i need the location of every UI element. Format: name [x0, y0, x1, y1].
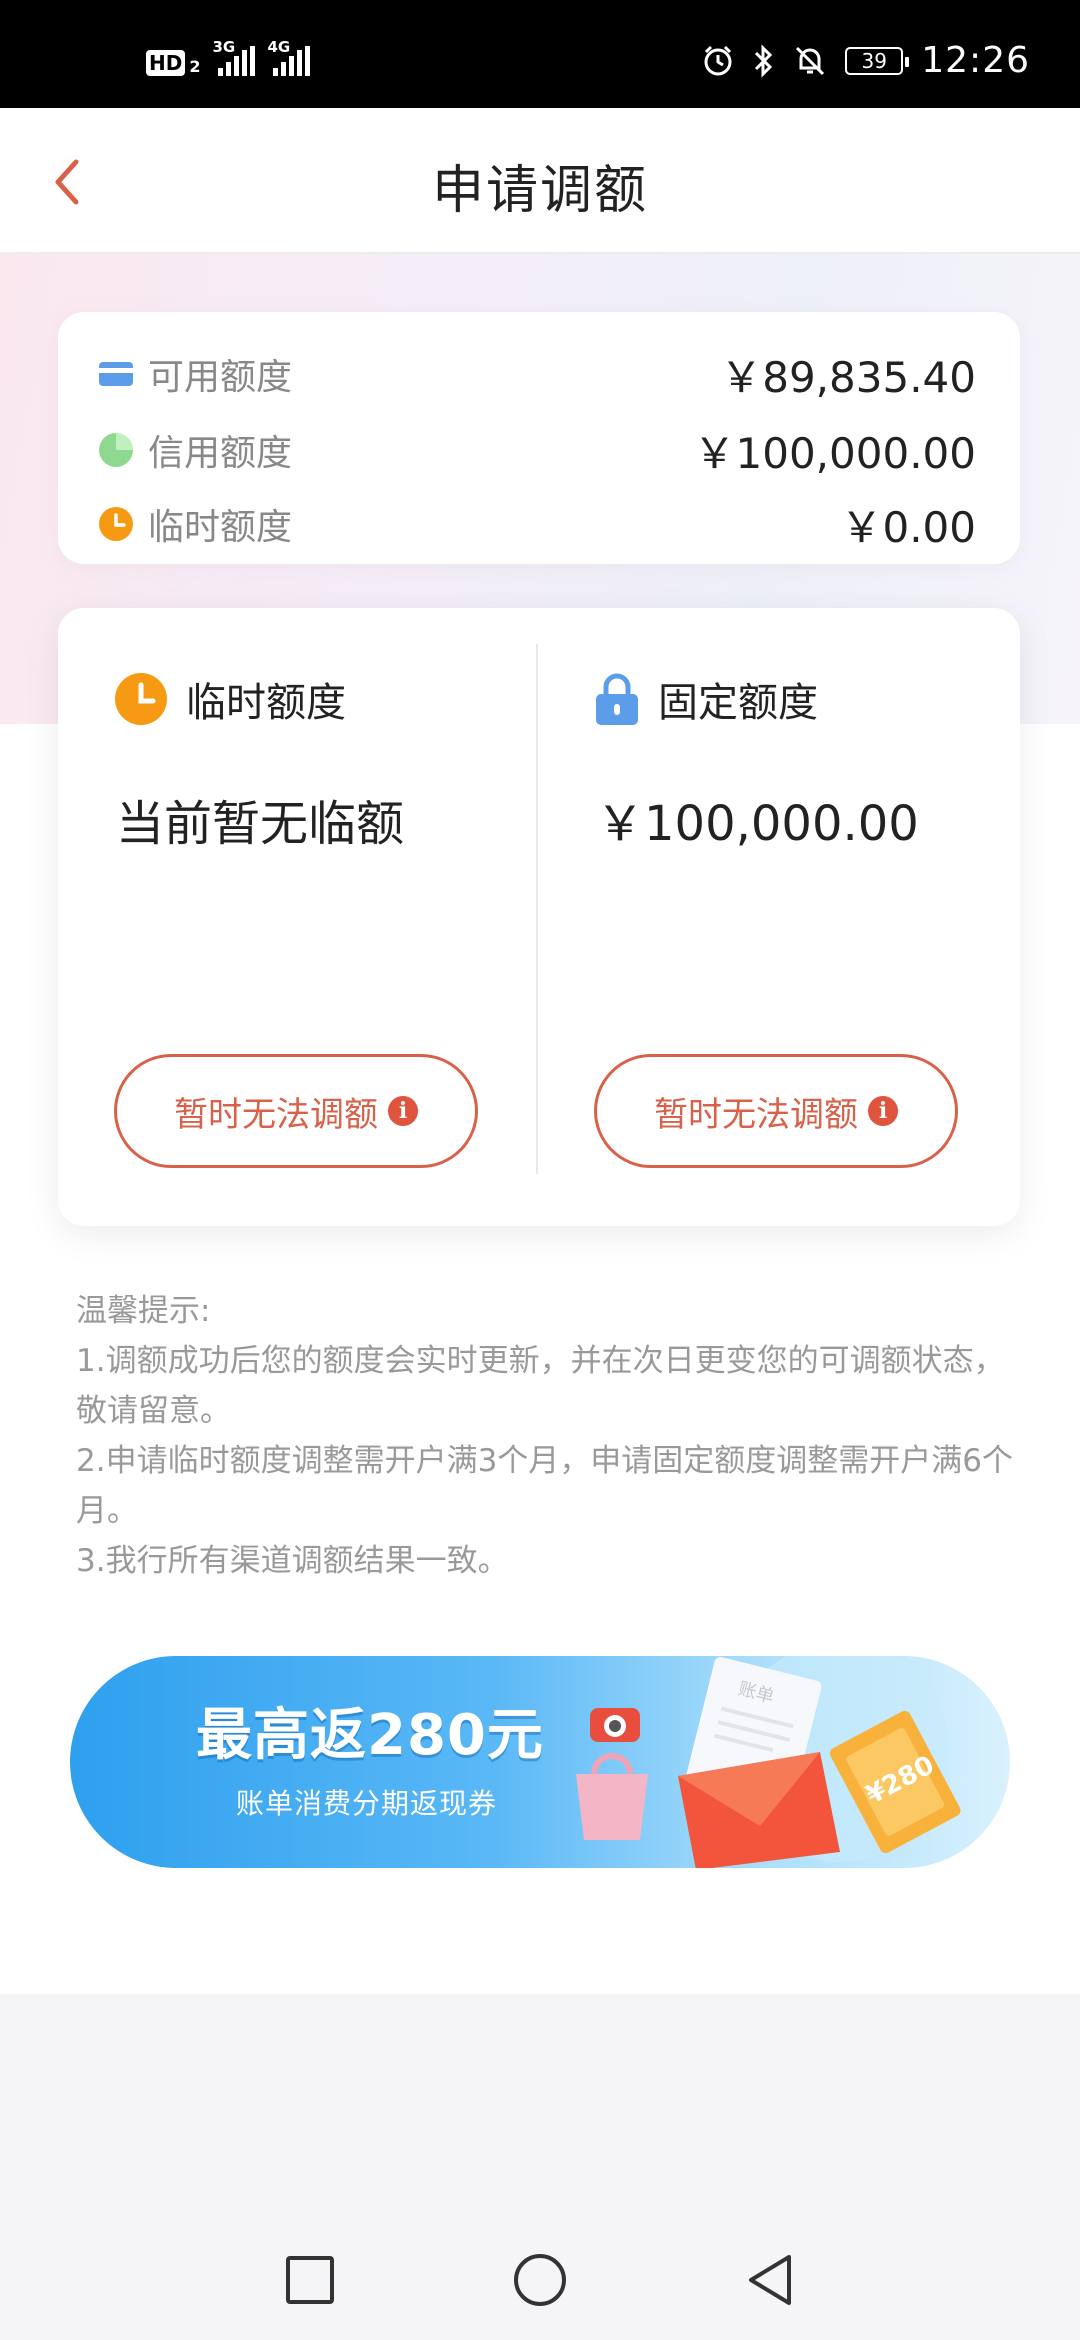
fixed-limit-value: ￥100,000.00 [596, 796, 919, 852]
battery-icon: 39 [845, 46, 910, 75]
button-label: 暂时无法调额 [654, 1094, 858, 1135]
limit-adjust-card: 临时额度 当前暂无临额 暂时无法调额 i 固定额度 ￥100,000.00 暂时… [58, 608, 1020, 1226]
back-nav-button[interactable] [740, 2250, 800, 2310]
page-title: 申请调额 [431, 161, 648, 221]
temporary-limit-heading: 临时额度 [114, 670, 346, 728]
lock-icon [596, 673, 638, 725]
summary-value: ￥89,835.40 [720, 352, 976, 402]
fixed-limit-column: 固定额度 ￥100,000.00 暂时无法调额 i [538, 608, 1018, 1226]
summary-row-available: 可用额度 ￥89,835.40 [98, 344, 976, 404]
summary-value: ￥0.00 [840, 502, 976, 552]
camera-icon [590, 1708, 640, 1742]
alarm-icon [704, 45, 732, 75]
status-bar: HD 2 3G 4G 39 12:26 [0, 0, 1080, 108]
fixed-adjust-button[interactable]: 暂时无法调额 i [594, 1054, 958, 1168]
signal-label: 4G [267, 38, 291, 56]
hd-badge: HD [146, 50, 186, 76]
info-icon: i [388, 1096, 418, 1126]
tip-item: 2.申请临时额度调整需开户满3个月，申请固定额度调整需开户满6个月。 [76, 1443, 1014, 1529]
clock-icon [98, 506, 134, 542]
signal-label: 3G [212, 38, 236, 56]
signal-icon: 3G [212, 38, 256, 76]
status-right: 39 12:26 [701, 40, 1030, 81]
tip-item: 1.调额成功后您的额度会实时更新，并在次日更变您的可调额状态，敬请留意。 [76, 1343, 1005, 1429]
summary-value: ￥100,000.00 [693, 428, 976, 478]
square-icon [286, 2256, 334, 2304]
fixed-limit-heading: 固定额度 [594, 670, 818, 728]
triangle-back-icon [749, 2255, 791, 2305]
summary-row-temporary: 临时额度 ￥0.00 [98, 494, 976, 554]
summary-label: 信用额度 [148, 433, 293, 474]
clock-time: 12:26 [921, 40, 1030, 81]
temporary-limit-column: 临时额度 当前暂无临额 暂时无法调额 i [58, 608, 538, 1226]
handbag-icon [576, 1753, 648, 1840]
system-nav-bar [0, 2214, 1080, 2340]
clock-icon [115, 673, 167, 725]
status-left: HD 2 3G 4G [146, 38, 311, 76]
promo-banner[interactable]: 最高返280元 账单消费分期返现券 账单 ¥280 [70, 1656, 1010, 1868]
temporary-adjust-button[interactable]: 暂时无法调额 i [114, 1054, 478, 1168]
circle-icon [514, 2254, 566, 2306]
temporary-limit-value: 当前暂无临额 [116, 796, 405, 852]
tip-item: 3.我行所有渠道调额结果一致。 [76, 1543, 509, 1579]
battery-level: 39 [861, 48, 887, 73]
promo-illustration: 账单 ¥280 [576, 1656, 961, 1868]
hd-sub: 2 [189, 57, 201, 76]
info-icon: i [868, 1096, 898, 1126]
pie-icon [98, 432, 134, 468]
fixed-limit-title: 固定额度 [658, 680, 818, 726]
tips-heading: 温馨提示: [76, 1293, 211, 1329]
home-button[interactable] [510, 2250, 570, 2310]
mute-icon [796, 46, 825, 75]
top-app-bar: 申请调额 [0, 108, 1080, 254]
banner-subline: 账单消费分期返现券 [236, 1787, 498, 1820]
summary-label: 临时额度 [148, 507, 293, 548]
signal-icon: 4G [267, 38, 311, 76]
banner-headline: 最高返280元 [196, 1703, 544, 1768]
summary-label: 可用额度 [148, 357, 293, 398]
button-label: 暂时无法调额 [174, 1094, 378, 1135]
summary-row-credit: 信用额度 ￥100,000.00 [98, 420, 976, 480]
recent-apps-button[interactable] [280, 2250, 340, 2310]
card-icon [98, 356, 134, 392]
bluetooth-icon [755, 43, 773, 78]
credit-summary-card: 可用额度 ￥89,835.40 信用额度 ￥100,000.00 临时额度 ￥0… [58, 312, 1020, 564]
temporary-limit-title: 临时额度 [186, 680, 346, 726]
tips-section: 温馨提示: 1.调额成功后您的额度会实时更新，并在次日更变您的可调额状态，敬请留… [76, 1286, 1016, 1586]
